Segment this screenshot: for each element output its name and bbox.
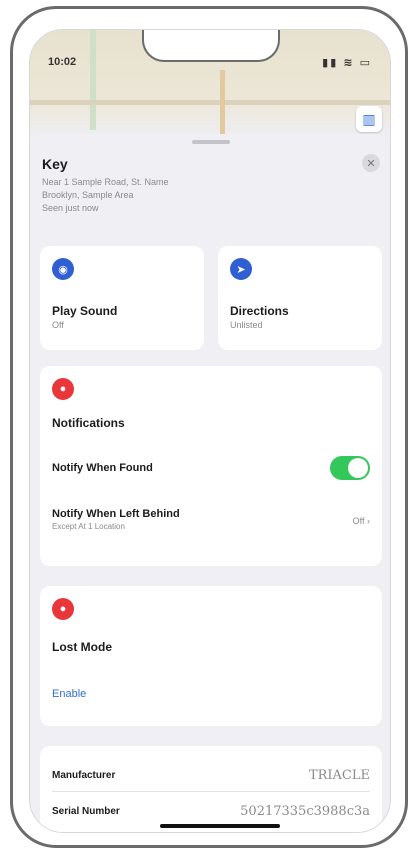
- serial-number-label: Serial Number: [52, 806, 120, 817]
- notify-left-behind-label: Notify When Left Behind: [52, 508, 180, 520]
- map-mode-button[interactable]: ▥: [356, 106, 382, 132]
- status-icons: ▮▮ ≋ ▭: [322, 57, 372, 69]
- directions-label: Directions: [230, 304, 289, 318]
- close-icon: ✕: [366, 157, 376, 170]
- lock-icon: ●: [52, 598, 74, 620]
- enable-lost-mode-link[interactable]: Enable: [52, 688, 86, 700]
- location-line: Near 1 Sample Road, St. Name: [42, 177, 169, 187]
- item-title: Key: [42, 156, 68, 172]
- phone-frame: 10:02 ▮▮ ≋ ▭ ▥ Key ✕ Near 1 Sample Road,…: [10, 6, 408, 848]
- item-detail-sheet: Key ✕ Near 1 Sample Road, St. Name Brook…: [30, 134, 390, 832]
- manufacturer-label: Manufacturer: [52, 770, 116, 781]
- notify-left-behind-value[interactable]: Off ›: [353, 516, 370, 526]
- notify-when-found-row: Notify When Found: [52, 462, 370, 474]
- manufacturer-row: Manufacturer TRIACLE: [52, 762, 370, 792]
- lost-mode-title: Lost Mode: [52, 640, 112, 654]
- bell-icon: ●: [52, 378, 74, 400]
- directions-icon: ➤: [230, 258, 252, 280]
- manufacturer-value: TRIACLE: [308, 768, 370, 783]
- map-road: [220, 70, 225, 140]
- notify-when-found-label: Notify When Found: [52, 462, 153, 474]
- play-sound-status: Off: [52, 320, 64, 330]
- sheet-grabber[interactable]: [192, 140, 230, 144]
- location-line: Brooklyn, Sample Area: [42, 190, 134, 200]
- device-info-card: Manufacturer TRIACLE Serial Number 50217…: [40, 746, 382, 832]
- item-location: Near 1 Sample Road, St. Name Brooklyn, S…: [42, 176, 292, 215]
- notify-left-behind-row[interactable]: Notify When Left Behind Except At 1 Loca…: [52, 508, 370, 531]
- serial-number-value: 50217335c3988c3a: [240, 804, 370, 819]
- directions-status: Unlisted: [230, 320, 263, 330]
- map-icon: ▥: [362, 110, 376, 127]
- status-bar: 10:02 ▮▮ ≋ ▭: [30, 56, 390, 74]
- notifications-card: ● Notifications Notify When Found Notify…: [40, 366, 382, 566]
- home-indicator[interactable]: [160, 824, 280, 828]
- status-time: 10:02: [48, 56, 77, 68]
- lost-mode-card: ● Lost Mode Enable: [40, 586, 382, 726]
- directions-card[interactable]: ➤ Directions Unlisted: [218, 246, 382, 350]
- map-road: [90, 30, 96, 130]
- notifications-title: Notifications: [52, 416, 125, 430]
- notify-left-behind-sublabel: Except At 1 Location: [52, 522, 125, 531]
- last-seen-text: Seen just now: [42, 203, 99, 213]
- map-road: [30, 100, 390, 105]
- notify-when-found-toggle[interactable]: [330, 456, 370, 480]
- device-screen: 10:02 ▮▮ ≋ ▭ ▥ Key ✕ Near 1 Sample Road,…: [29, 29, 391, 833]
- speaker-icon: ◉: [52, 258, 74, 280]
- toggle-knob: [348, 458, 368, 478]
- play-sound-card[interactable]: ◉ Play Sound Off: [40, 246, 204, 350]
- play-sound-label: Play Sound: [52, 304, 118, 318]
- close-button[interactable]: ✕: [362, 154, 380, 172]
